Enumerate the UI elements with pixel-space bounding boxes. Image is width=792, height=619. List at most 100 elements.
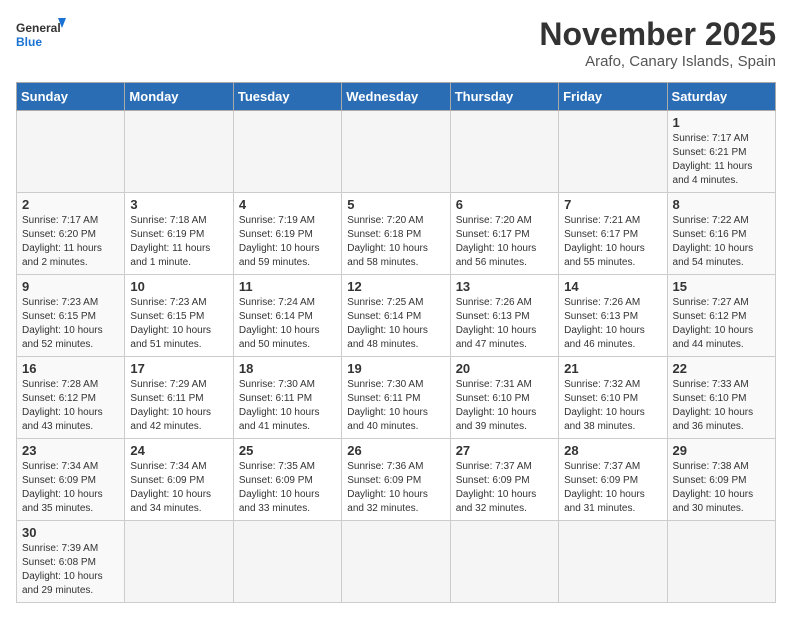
day-info: Sunrise: 7:32 AM Sunset: 6:10 PM Dayligh… bbox=[564, 378, 661, 434]
calendar-cell: 2 Sunrise: 7:17 AM Sunset: 6:20 PM Daylig… bbox=[17, 193, 125, 275]
calendar-cell: 19 Sunrise: 7:30 AM Sunset: 6:11 PM Dayli… bbox=[342, 357, 450, 439]
calendar-cell: 28 Sunrise: 7:37 AM Sunset: 6:09 PM Dayli… bbox=[559, 439, 667, 521]
calendar-cell: 13 Sunrise: 7:26 AM Sunset: 6:13 PM Dayli… bbox=[450, 275, 558, 357]
day-number: 14 bbox=[564, 279, 661, 294]
calendar-cell: 22 Sunrise: 7:33 AM Sunset: 6:10 PM Dayli… bbox=[667, 357, 775, 439]
day-number: 12 bbox=[347, 279, 444, 294]
day-info: Sunrise: 7:23 AM Sunset: 6:15 PM Dayligh… bbox=[22, 296, 119, 352]
day-info: Sunrise: 7:20 AM Sunset: 6:17 PM Dayligh… bbox=[456, 214, 553, 270]
calendar-cell: 20Sunrise: 7:31 AM Sunset: 6:10 PM Dayli… bbox=[450, 357, 558, 439]
day-info: Sunrise: 7:26 AM Sunset: 6:13 PM Dayligh… bbox=[456, 296, 553, 352]
calendar-cell: 8 Sunrise: 7:22 AM Sunset: 6:16 PM Daylig… bbox=[667, 193, 775, 275]
calendar-cell bbox=[233, 521, 341, 603]
week-row-4: 16Sunrise: 7:28 AM Sunset: 6:12 PM Dayli… bbox=[17, 357, 776, 439]
day-info: Sunrise: 7:38 AM Sunset: 6:09 PM Dayligh… bbox=[673, 460, 770, 516]
day-number: 8 bbox=[673, 197, 770, 212]
calendar-header-row: SundayMondayTuesdayWednesdayThursdayFrid… bbox=[17, 83, 776, 111]
calendar-cell: 3Sunrise: 7:18 AM Sunset: 6:19 PM Daylig… bbox=[125, 193, 233, 275]
calendar-cell bbox=[17, 111, 125, 193]
calendar-cell bbox=[342, 521, 450, 603]
calendar-cell: 24 Sunrise: 7:34 AM Sunset: 6:09 PM Dayli… bbox=[125, 439, 233, 521]
day-info: Sunrise: 7:21 AM Sunset: 6:17 PM Dayligh… bbox=[564, 214, 661, 270]
day-number: 26 bbox=[347, 443, 444, 458]
header-monday: Monday bbox=[125, 83, 233, 111]
week-row-5: 23 Sunrise: 7:34 AM Sunset: 6:09 PM Dayli… bbox=[17, 439, 776, 521]
day-number: 5 bbox=[347, 197, 444, 212]
calendar-cell: 30 Sunrise: 7:39 AM Sunset: 6:08 PM Dayli… bbox=[17, 521, 125, 603]
day-number: 15 bbox=[673, 279, 770, 294]
day-info: Sunrise: 7:34 AM Sunset: 6:09 PM Dayligh… bbox=[130, 460, 227, 516]
day-number: 3 bbox=[130, 197, 227, 212]
calendar-cell: 26 Sunrise: 7:36 AM Sunset: 6:09 PM Dayli… bbox=[342, 439, 450, 521]
calendar-cell bbox=[667, 521, 775, 603]
day-info: Sunrise: 7:17 AM Sunset: 6:20 PM Dayligh… bbox=[22, 214, 119, 270]
day-number: 13 bbox=[456, 279, 553, 294]
day-number: 10 bbox=[130, 279, 227, 294]
day-number: 6 bbox=[456, 197, 553, 212]
day-number: 17 bbox=[130, 361, 227, 376]
day-info: Sunrise: 7:19 AM Sunset: 6:19 PM Dayligh… bbox=[239, 214, 336, 270]
day-number: 24 bbox=[130, 443, 227, 458]
day-number: 28 bbox=[564, 443, 661, 458]
day-number: 1 bbox=[673, 115, 770, 130]
calendar-cell bbox=[450, 111, 558, 193]
svg-text:Blue: Blue bbox=[16, 35, 42, 49]
day-number: 29 bbox=[673, 443, 770, 458]
calendar-cell: 16Sunrise: 7:28 AM Sunset: 6:12 PM Dayli… bbox=[17, 357, 125, 439]
calendar-cell: 25Sunrise: 7:35 AM Sunset: 6:09 PM Dayli… bbox=[233, 439, 341, 521]
calendar-cell bbox=[125, 111, 233, 193]
day-info: Sunrise: 7:22 AM Sunset: 6:16 PM Dayligh… bbox=[673, 214, 770, 270]
calendar-cell: 18Sunrise: 7:30 AM Sunset: 6:11 PM Dayli… bbox=[233, 357, 341, 439]
day-number: 21 bbox=[564, 361, 661, 376]
day-number: 19 bbox=[347, 361, 444, 376]
title-area: November 2025 Arafo, Canary Islands, Spa… bbox=[539, 16, 776, 70]
header-saturday: Saturday bbox=[667, 83, 775, 111]
day-info: Sunrise: 7:33 AM Sunset: 6:10 PM Dayligh… bbox=[673, 378, 770, 434]
calendar-cell bbox=[559, 111, 667, 193]
calendar-cell: 17Sunrise: 7:29 AM Sunset: 6:11 PM Dayli… bbox=[125, 357, 233, 439]
day-number: 11 bbox=[239, 279, 336, 294]
location-title: Arafo, Canary Islands, Spain bbox=[539, 53, 776, 70]
day-info: Sunrise: 7:36 AM Sunset: 6:09 PM Dayligh… bbox=[347, 460, 444, 516]
header-thursday: Thursday bbox=[450, 83, 558, 111]
calendar-cell bbox=[125, 521, 233, 603]
header-tuesday: Tuesday bbox=[233, 83, 341, 111]
day-info: Sunrise: 7:25 AM Sunset: 6:14 PM Dayligh… bbox=[347, 296, 444, 352]
calendar-cell bbox=[233, 111, 341, 193]
day-number: 18 bbox=[239, 361, 336, 376]
week-row-6: 30 Sunrise: 7:39 AM Sunset: 6:08 PM Dayli… bbox=[17, 521, 776, 603]
header-friday: Friday bbox=[559, 83, 667, 111]
week-row-3: 9 Sunrise: 7:23 AM Sunset: 6:15 PM Daylig… bbox=[17, 275, 776, 357]
day-info: Sunrise: 7:37 AM Sunset: 6:09 PM Dayligh… bbox=[456, 460, 553, 516]
page-header: General Blue November 2025 Arafo, Canary… bbox=[16, 16, 776, 70]
day-info: Sunrise: 7:26 AM Sunset: 6:13 PM Dayligh… bbox=[564, 296, 661, 352]
day-number: 23 bbox=[22, 443, 119, 458]
calendar-cell bbox=[450, 521, 558, 603]
logo: General Blue bbox=[16, 16, 66, 56]
header-wednesday: Wednesday bbox=[342, 83, 450, 111]
day-info: Sunrise: 7:34 AM Sunset: 6:09 PM Dayligh… bbox=[22, 460, 119, 516]
day-number: 2 bbox=[22, 197, 119, 212]
day-number: 30 bbox=[22, 525, 119, 540]
calendar-cell bbox=[342, 111, 450, 193]
day-info: Sunrise: 7:23 AM Sunset: 6:15 PM Dayligh… bbox=[130, 296, 227, 352]
calendar-cell: 6 Sunrise: 7:20 AM Sunset: 6:17 PM Daylig… bbox=[450, 193, 558, 275]
calendar-cell: 5 Sunrise: 7:20 AM Sunset: 6:18 PM Daylig… bbox=[342, 193, 450, 275]
calendar-cell: 9 Sunrise: 7:23 AM Sunset: 6:15 PM Daylig… bbox=[17, 275, 125, 357]
day-number: 9 bbox=[22, 279, 119, 294]
day-number: 25 bbox=[239, 443, 336, 458]
day-info: Sunrise: 7:31 AM Sunset: 6:10 PM Dayligh… bbox=[456, 378, 553, 434]
header-sunday: Sunday bbox=[17, 83, 125, 111]
calendar-cell: 12 Sunrise: 7:25 AM Sunset: 6:14 PM Dayli… bbox=[342, 275, 450, 357]
calendar-cell: 11 Sunrise: 7:24 AM Sunset: 6:14 PM Dayli… bbox=[233, 275, 341, 357]
day-info: Sunrise: 7:20 AM Sunset: 6:18 PM Dayligh… bbox=[347, 214, 444, 270]
day-info: Sunrise: 7:28 AM Sunset: 6:12 PM Dayligh… bbox=[22, 378, 119, 434]
month-title: November 2025 bbox=[539, 16, 776, 53]
day-info: Sunrise: 7:30 AM Sunset: 6:11 PM Dayligh… bbox=[347, 378, 444, 434]
calendar-cell: 14 Sunrise: 7:26 AM Sunset: 6:13 PM Dayli… bbox=[559, 275, 667, 357]
day-number: 22 bbox=[673, 361, 770, 376]
day-info: Sunrise: 7:24 AM Sunset: 6:14 PM Dayligh… bbox=[239, 296, 336, 352]
day-info: Sunrise: 7:39 AM Sunset: 6:08 PM Dayligh… bbox=[22, 542, 119, 598]
calendar-cell: 1Sunrise: 7:17 AM Sunset: 6:21 PM Daylig… bbox=[667, 111, 775, 193]
day-info: Sunrise: 7:37 AM Sunset: 6:09 PM Dayligh… bbox=[564, 460, 661, 516]
